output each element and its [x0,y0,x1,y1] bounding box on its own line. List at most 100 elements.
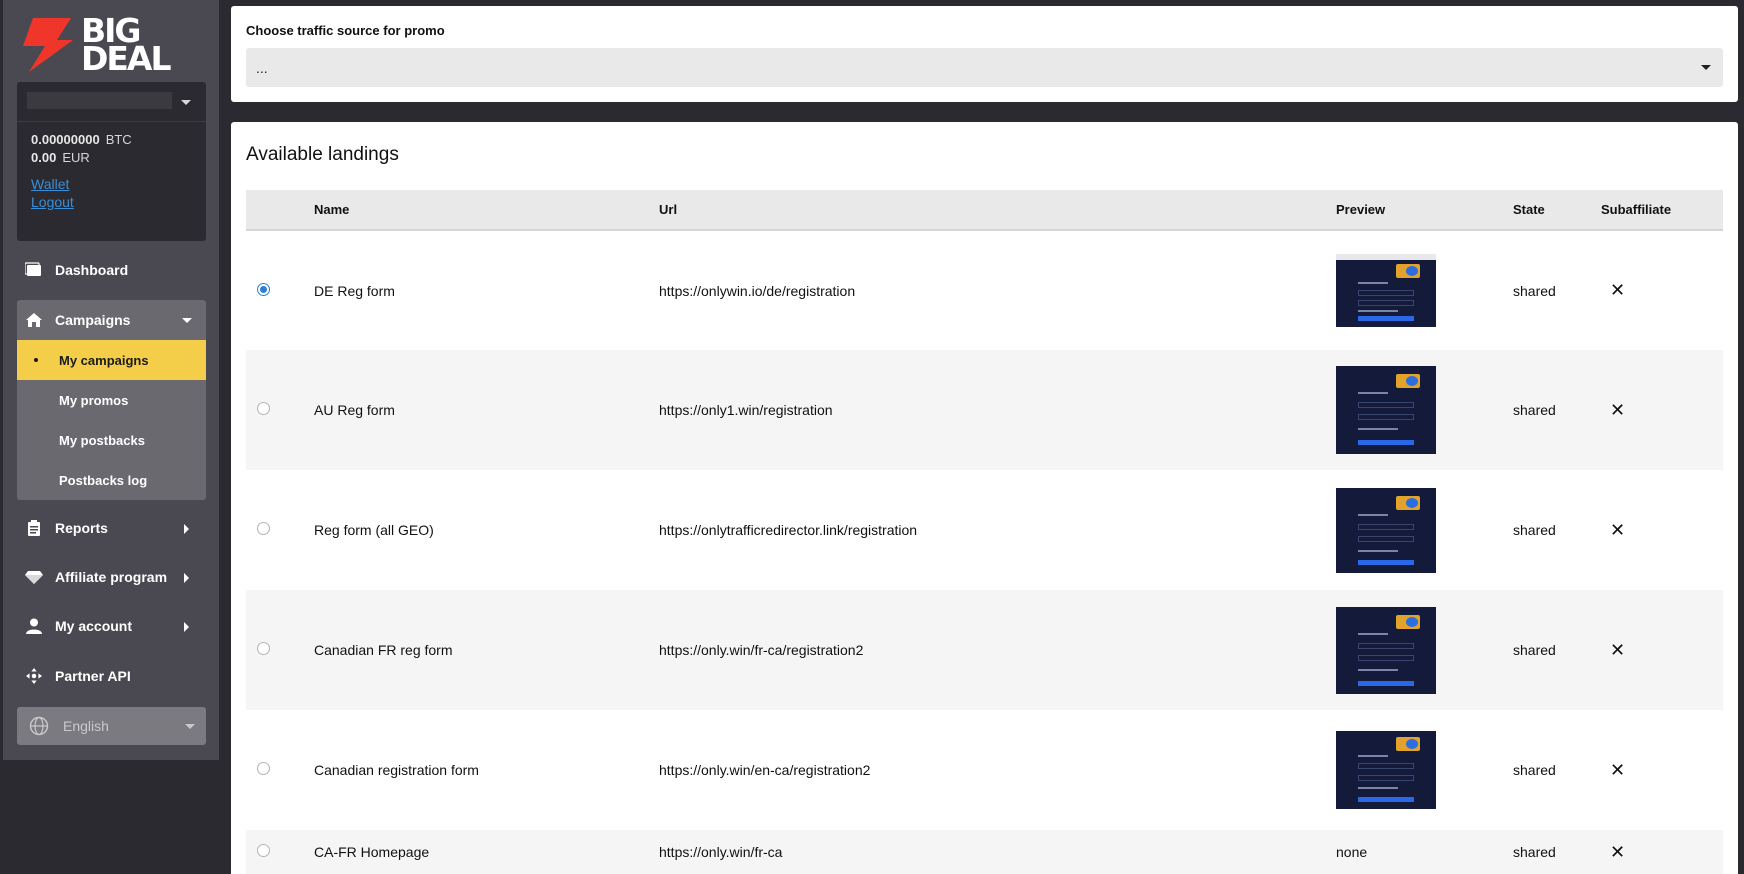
landing-state: shared [1513,522,1556,538]
wallet-link[interactable]: Wallet [31,176,69,192]
landing-url: https://onlytrafficredirector.link/regis… [659,522,918,538]
landing-state: shared [1513,282,1556,299]
clipboard-icon [28,520,40,536]
landing-state: shared [1513,402,1556,418]
landing-url: https://onlywin.io/de/registration [659,282,856,299]
nav-my-campaigns[interactable]: My campaigns [17,340,206,380]
nav-postbacks-log[interactable]: Postbacks log [17,460,206,500]
col-select [246,190,314,230]
logout-link[interactable]: Logout [31,194,74,210]
landing-preview: none [1336,844,1368,860]
table-row[interactable]: AU Reg form https://only1.win/registrati… [246,350,1723,470]
landing-radio[interactable] [257,844,270,857]
balance-eur: 0.00 EUR [31,150,90,165]
nav-my-postbacks[interactable]: My postbacks [17,420,206,460]
table-row[interactable]: Canadian FR reg form https://only.win/fr… [246,590,1723,710]
nav-reports-label: Reports [55,520,108,536]
balance-btc: 0.00000000 BTC [31,132,132,147]
sidebar: BIG DEAL 0.00000000 BTC 0.00 EUR Wallet Lo… [3,0,219,760]
landing-radio[interactable] [257,282,270,296]
landing-name: AU Reg form [314,402,395,418]
subaffiliate-x-icon: ✕ [1610,519,1626,540]
user-icon [26,618,42,634]
table-row[interactable]: CA-FR Homepage https://only.win/fr-ca no… [246,830,1723,874]
landings-title: Available landings [246,144,399,165]
col-preview: Preview [1336,202,1386,217]
chevron-right-icon [184,622,189,632]
subaffiliate-x-icon: ✕ [1610,280,1626,300]
nav-my-promos[interactable]: My promos [17,380,206,420]
col-url: Url [659,202,678,217]
traffic-source-card: Choose traffic source for promo ... [231,6,1738,102]
chevron-down-icon [182,318,192,323]
subaffiliate-x-icon: ✕ [1610,759,1626,780]
nav-my-account[interactable]: My account [17,606,206,646]
table-row[interactable]: Canadian registration form https://only.… [246,710,1723,830]
landing-name: Canadian registration form [314,762,479,778]
language-label: English [63,718,109,734]
landing-name: DE Reg form [314,282,395,299]
nav-campaigns-label: Campaigns [55,312,131,328]
traffic-source-select[interactable]: ... [246,48,1723,87]
language-select[interactable]: English [17,707,206,745]
landing-state: shared [1513,844,1556,860]
nav-reports[interactable]: Reports [17,508,206,548]
nav-affiliate-label: Affiliate program [55,569,168,585]
landing-state: shared [1513,642,1556,658]
nav-my-account-label: My account [55,618,133,634]
table-row[interactable]: Reg form (all GEO) https://onlytrafficre… [246,470,1723,590]
big-deal-logo[interactable]: BIG DEAL [19,14,209,78]
subaffiliate-x-icon: ✕ [1610,399,1626,420]
traffic-source-value: ... [256,59,268,76]
landing-preview-image[interactable] [1336,487,1436,573]
landing-preview-image[interactable] [1336,731,1436,809]
landing-radio[interactable] [257,402,270,415]
col-name: Name [314,202,350,217]
table-header-row: Name Url Preview State Subaffiliate [246,190,1723,230]
account-panel: 0.00000000 BTC 0.00 EUR Wallet Logout [17,82,206,241]
landing-preview-image[interactable] [1336,366,1436,454]
account-id-masked [27,92,172,109]
account-selector[interactable] [17,82,206,122]
dashboard-icon [25,262,41,276]
landing-url: https://only.win/fr-ca [659,844,783,860]
nav-dashboard[interactable]: Dashboard [17,250,206,290]
api-arrows-icon [26,668,42,684]
chevron-right-icon [184,524,189,534]
landing-name: CA-FR Homepage [314,844,430,860]
landing-radio[interactable] [257,762,270,775]
table-row[interactable]: DE Reg form https://onlywin.io/de/regist… [246,230,1723,350]
chevron-down-icon [1701,65,1711,70]
nav-partner-api-label: Partner API [55,668,131,684]
col-state: State [1513,202,1545,217]
landing-radio[interactable] [257,642,270,655]
landing-state: shared [1513,762,1556,778]
landing-preview-image[interactable] [1336,606,1436,694]
landing-url: https://only.win/en-ca/registration2 [659,762,871,778]
chevron-down-icon [181,100,191,105]
traffic-source-label: Choose traffic source for promo [246,23,445,38]
logo-bolt-icon [23,18,73,72]
nav-dashboard-label: Dashboard [55,262,129,278]
chevron-down-icon [185,724,195,729]
chevron-right-icon [184,573,189,583]
landing-radio[interactable] [257,522,270,535]
landings-card: Available landings Name Url Preview Stat… [231,122,1738,874]
landing-name: Reg form (all GEO) [314,522,434,538]
landing-url: https://only1.win/registration [659,402,833,418]
home-icon [26,313,42,327]
registered-icon [37,18,44,25]
landings-table: Name Url Preview State Subaffiliate DE R… [246,190,1723,874]
landing-preview-image[interactable] [1336,254,1436,327]
nav-campaigns[interactable]: Campaigns [17,300,206,340]
logo-text-deal: DEAL [81,39,172,78]
landing-url: https://only.win/fr-ca/registration2 [659,642,864,658]
nav-partner-api[interactable]: Partner API [17,656,206,696]
subaffiliate-x-icon: ✕ [1610,841,1626,862]
subaffiliate-x-icon: ✕ [1610,639,1626,660]
col-subaffiliate: Subaffiliate [1601,202,1672,217]
nav-affiliate-program[interactable]: Affiliate program [17,557,206,597]
landing-name: Canadian FR reg form [314,642,453,658]
globe-icon [29,716,49,736]
diamond-icon [25,571,43,584]
